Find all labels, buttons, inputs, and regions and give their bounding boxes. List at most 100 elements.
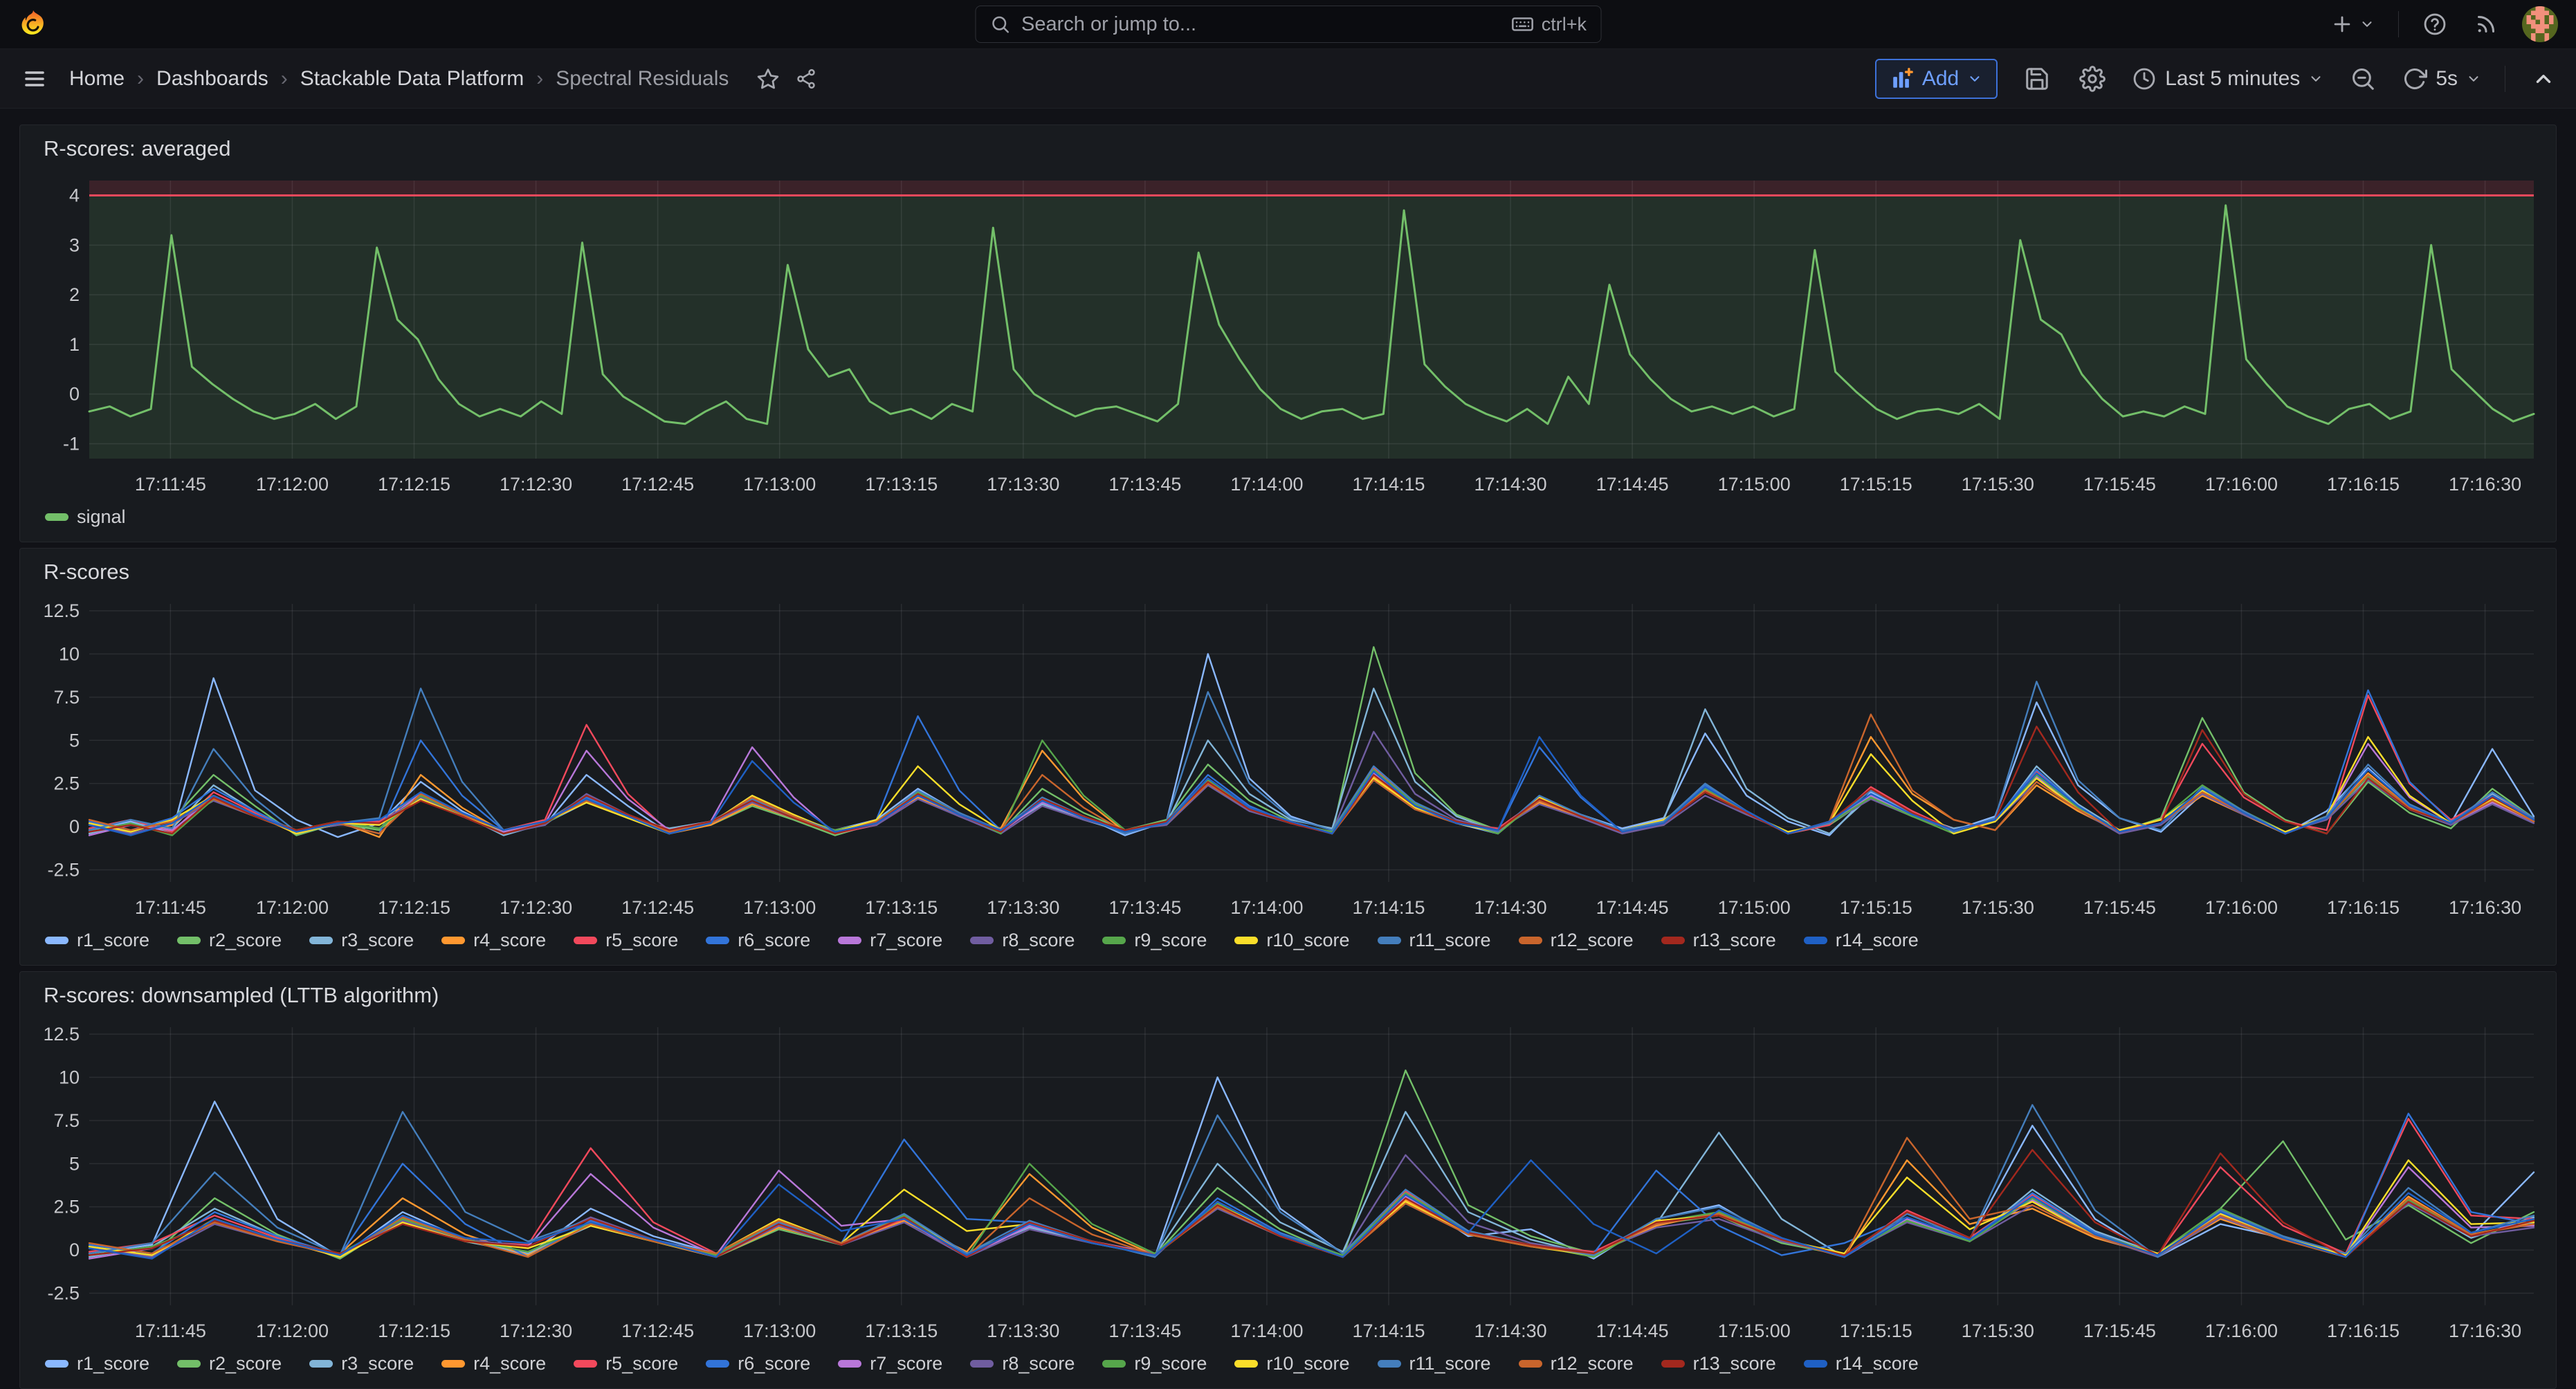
news-button[interactable] (2471, 9, 2501, 39)
legend-color-pill (574, 937, 597, 944)
y-tick-label: 7.5 (53, 1110, 80, 1131)
panel-title[interactable]: R-scores (34, 560, 2542, 591)
legend-item-r1_score[interactable]: r1_score (45, 930, 149, 951)
dashboard-settings-button[interactable] (2076, 63, 2108, 95)
legend-label: r1_score (77, 930, 149, 951)
legend-item-r13_score[interactable]: r13_score (1661, 930, 1776, 951)
x-tick-label: 17:12:45 (621, 897, 694, 918)
legend-item-r11_score[interactable]: r11_score (1378, 1353, 1491, 1374)
timeseries-chart-downsampled[interactable]: -2.502.557.51012.517:11:4517:12:0017:12:… (34, 1015, 2542, 1348)
x-tick-label: 17:14:45 (1596, 474, 1669, 495)
legend-item-r1_score[interactable]: r1_score (45, 1353, 149, 1374)
zoom-out-time-button[interactable] (2347, 63, 2379, 95)
legend-item-r8_score[interactable]: r8_score (970, 1353, 1075, 1374)
legend-label: r9_score (1134, 1353, 1207, 1374)
search-shortcut: ctrl+k (1511, 12, 1587, 36)
legend-label: r11_score (1409, 930, 1491, 951)
timeseries-chart-averaged[interactable]: -10123417:11:4517:12:0017:12:1517:12:301… (34, 168, 2542, 502)
x-tick-label: 17:15:15 (1840, 1321, 1912, 1341)
legend-color-pill (1234, 937, 1258, 944)
legend-item-r5_score[interactable]: r5_score (574, 930, 678, 951)
legend-color-pill (706, 1360, 729, 1368)
y-tick-label: 4 (69, 185, 80, 206)
x-tick-label: 17:13:30 (987, 1321, 1059, 1341)
x-tick-label: 17:14:30 (1474, 897, 1547, 918)
breadcrumb-dashboards[interactable]: Dashboards (156, 67, 268, 91)
breadcrumb-home[interactable]: Home (69, 67, 125, 91)
legend-item-r14_score[interactable]: r14_score (1804, 930, 1919, 951)
save-dashboard-button[interactable] (2021, 63, 2053, 95)
collapse-topbar-button[interactable] (2529, 64, 2558, 93)
y-tick-label: 2 (69, 284, 80, 305)
time-range-picker[interactable]: Last 5 minutes (2132, 66, 2323, 91)
clock-icon (2132, 66, 2157, 91)
y-tick-label: 5 (69, 730, 80, 751)
legend-color-pill (1804, 1360, 1827, 1368)
chevron-up-icon (2532, 67, 2555, 91)
timeseries-chart-rscores[interactable]: -2.502.557.51012.517:11:4517:12:0017:12:… (34, 591, 2542, 925)
legend-item-r11_score[interactable]: r11_score (1378, 930, 1491, 951)
y-tick-label: 10 (59, 1067, 80, 1087)
refresh-icon (2402, 66, 2427, 91)
legend-label: r3_score (341, 930, 414, 951)
x-tick-label: 17:14:00 (1230, 1321, 1303, 1341)
legend-item-r4_score[interactable]: r4_score (441, 1353, 546, 1374)
legend-item-r6_score[interactable]: r6_score (706, 1353, 810, 1374)
legend-item-r5_score[interactable]: r5_score (574, 1353, 678, 1374)
y-tick-label: 1 (69, 334, 80, 355)
y-tick-label: 2.5 (53, 773, 80, 794)
mega-menu-button[interactable] (18, 62, 51, 95)
legend-item-r10_score[interactable]: r10_score (1234, 930, 1349, 951)
new-menu-button[interactable] (2328, 10, 2377, 39)
legend-item-r3_score[interactable]: r3_score (309, 930, 414, 951)
legend-item-r13_score[interactable]: r13_score (1661, 1353, 1776, 1374)
series-line-r7_score (89, 744, 2534, 835)
panel-title[interactable]: R-scores: downsampled (LTTB algorithm) (34, 983, 2542, 1015)
legend-label: r4_score (473, 930, 546, 951)
legend-item-r14_score[interactable]: r14_score (1804, 1353, 1919, 1374)
x-tick-label: 17:14:00 (1230, 474, 1303, 495)
gear-icon (2079, 66, 2105, 92)
legend-label: signal (77, 506, 126, 528)
grafana-logo[interactable] (18, 9, 48, 39)
legend-item-r9_score[interactable]: r9_score (1102, 1353, 1207, 1374)
search-input[interactable]: Search or jump to... ctrl+k (975, 6, 1601, 43)
y-tick-label: 2.5 (53, 1197, 80, 1217)
legend-item-r3_score[interactable]: r3_score (309, 1353, 414, 1374)
legend-item-r2_score[interactable]: r2_score (177, 930, 282, 951)
legend-item-r7_score[interactable]: r7_score (838, 930, 942, 951)
favorite-star-icon[interactable] (756, 67, 780, 91)
legend-item-r12_score[interactable]: r12_score (1519, 1353, 1634, 1374)
x-tick-label: 17:15:00 (1718, 1321, 1791, 1341)
legend-item-r7_score[interactable]: r7_score (838, 1353, 942, 1374)
legend-label: r4_score (473, 1353, 546, 1374)
add-panel-button[interactable]: Add (1875, 59, 1998, 99)
legend-label: r6_score (738, 930, 810, 951)
x-tick-label: 17:13:30 (987, 474, 1059, 495)
legend-item-r9_score[interactable]: r9_score (1102, 930, 1207, 951)
legend-item-r10_score[interactable]: r10_score (1234, 1353, 1349, 1374)
refresh-picker[interactable]: 5s (2402, 66, 2481, 91)
x-tick-label: 17:16:15 (2327, 897, 2400, 918)
legend-item-r6_score[interactable]: r6_score (706, 930, 810, 951)
legend-item-r4_score[interactable]: r4_score (441, 930, 546, 951)
chevron-down-icon (2359, 17, 2375, 32)
legend-item-r8_score[interactable]: r8_score (970, 930, 1075, 951)
plus-icon (2330, 12, 2354, 36)
x-tick-label: 17:13:30 (987, 897, 1059, 918)
legend-color-pill (1378, 937, 1401, 944)
x-tick-label: 17:15:45 (2083, 474, 2156, 495)
legend-item-signal[interactable]: signal (45, 506, 126, 528)
share-icon[interactable] (795, 68, 817, 90)
threshold-region-below (89, 196, 2534, 459)
legend-item-r12_score[interactable]: r12_score (1519, 930, 1634, 951)
x-tick-label: 17:12:45 (621, 474, 694, 495)
user-avatar[interactable] (2522, 6, 2558, 42)
legend-item-r2_score[interactable]: r2_score (177, 1353, 282, 1374)
panel-title[interactable]: R-scores: averaged (34, 136, 2542, 168)
x-tick-label: 17:12:30 (500, 1321, 572, 1341)
breadcrumb-folder[interactable]: Stackable Data Platform (300, 67, 524, 91)
x-tick-label: 17:16:00 (2205, 897, 2278, 918)
help-button[interactable] (2420, 9, 2450, 39)
x-tick-label: 17:14:15 (1352, 474, 1425, 495)
